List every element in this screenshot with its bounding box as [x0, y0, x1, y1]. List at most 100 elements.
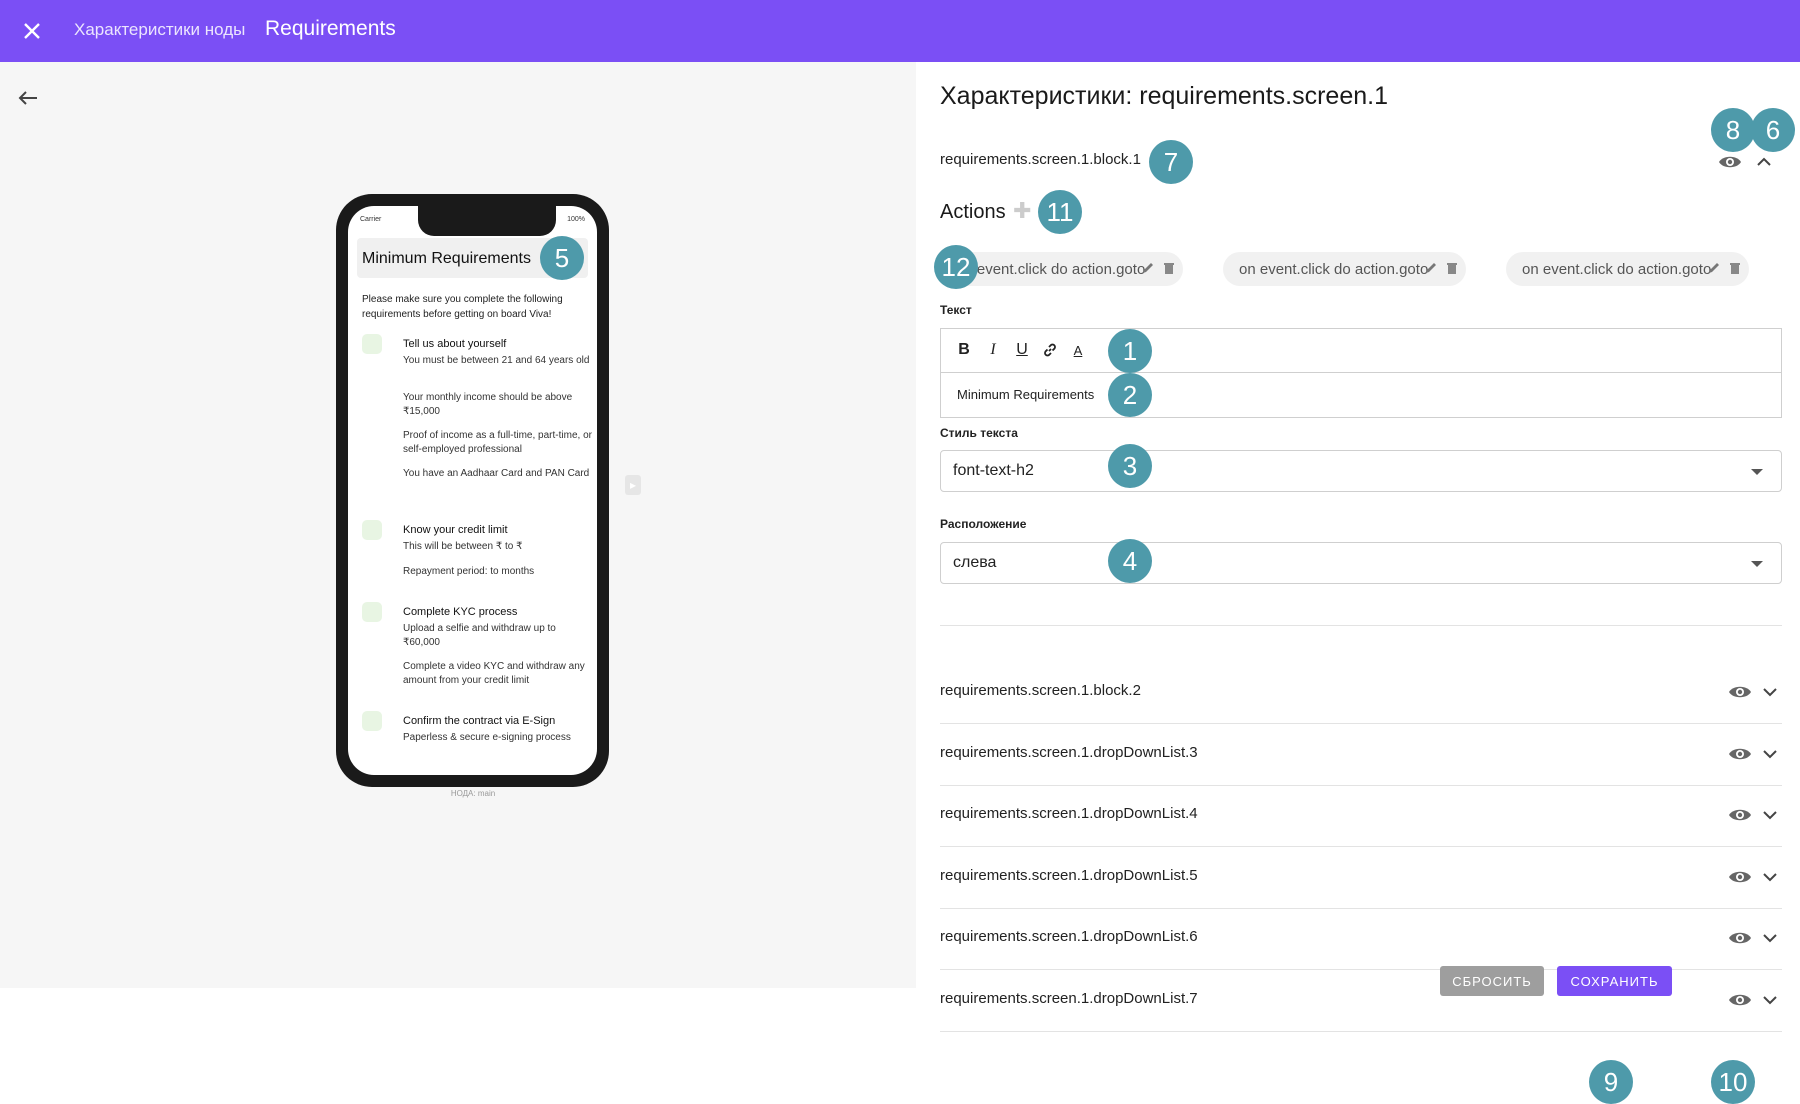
- eye-icon[interactable]: [1728, 744, 1752, 764]
- position-select[interactable]: слева: [940, 542, 1782, 584]
- callout-badge: 11: [1038, 190, 1082, 234]
- action-chip-label: on event.click do action.goto: [1239, 260, 1429, 278]
- action-chip-label: on event.click do action.goto: [1522, 260, 1712, 278]
- section-line: Complete a video KYC and withdraw any am…: [403, 661, 585, 686]
- action-chip[interactable]: on event.click do action.goto: [1506, 252, 1750, 286]
- position-label: Расположение: [940, 517, 1027, 531]
- block-row[interactable]: requirements.screen.1.dropDownList.5: [940, 847, 1782, 909]
- back-arrow-icon[interactable]: [14, 84, 42, 112]
- block-row[interactable]: requirements.screen.1.block.2: [940, 662, 1782, 724]
- editor-content[interactable]: Minimum Requirements: [957, 387, 1094, 402]
- eye-icon[interactable]: [1728, 990, 1752, 1010]
- action-chip[interactable]: on event.click do action.goto: [1223, 252, 1467, 286]
- callout-badge: 4: [1108, 539, 1152, 583]
- section-check: [362, 520, 382, 540]
- link-icon[interactable]: [1041, 341, 1059, 359]
- add-action-icon[interactable]: ✚: [1013, 200, 1031, 222]
- section-line: Repayment period: to months: [403, 566, 535, 577]
- section-line: Proof of income as a full-time, part-tim…: [403, 430, 592, 455]
- section-check: [362, 334, 382, 354]
- section-line: You must be between 21 and 64 years old: [403, 355, 590, 366]
- close-icon[interactable]: [16, 15, 48, 47]
- node-caption: НОДА: main: [450, 789, 496, 798]
- callout-badge: 3: [1108, 444, 1152, 488]
- eye-icon[interactable]: [1728, 867, 1752, 887]
- italic-button[interactable]: I: [984, 341, 1002, 359]
- text-color-button[interactable]: A: [1069, 341, 1087, 359]
- preview-intro: Please make sure you complete the follow…: [362, 294, 563, 320]
- reset-button[interactable]: СБРОСИТЬ: [1440, 966, 1544, 996]
- chevron-up-icon[interactable]: [1752, 150, 1776, 174]
- block-row-label: requirements.screen.1.block.2: [940, 682, 1141, 699]
- pencil-icon[interactable]: [1141, 261, 1155, 275]
- trash-icon[interactable]: [1163, 261, 1175, 275]
- preview-header: Minimum Requirements: [362, 250, 531, 267]
- callout-badge: 5: [540, 236, 584, 280]
- block-1-label[interactable]: requirements.screen.1.block.1: [940, 151, 1141, 168]
- phone-notch: [418, 206, 556, 236]
- underline-button[interactable]: U: [1013, 341, 1031, 359]
- position-value: слева: [953, 554, 997, 571]
- section-line: Your monthly income should be above ₹15,…: [403, 392, 573, 417]
- section-line: Upload a selfie and withdraw up to ₹60,0…: [403, 623, 556, 648]
- block-row[interactable]: requirements.screen.1.dropDownList.6: [940, 908, 1782, 970]
- editor-toolbar: B I U A: [941, 329, 1781, 373]
- topbar-subtitle: Характеристики ноды: [74, 20, 246, 39]
- chevron-down-icon[interactable]: [1758, 926, 1782, 950]
- chevron-down-icon[interactable]: [1758, 803, 1782, 827]
- collapse-handle[interactable]: ▸: [625, 475, 641, 495]
- phone-preview: Carrier 100% Minimum Requirements Please…: [336, 194, 609, 787]
- section-check: [362, 602, 382, 622]
- phone-screen: Carrier 100% Minimum Requirements Please…: [348, 206, 597, 775]
- block-row-label: requirements.screen.1.dropDownList.4: [940, 805, 1198, 822]
- block-row-label: requirements.screen.1.dropDownList.5: [940, 867, 1198, 884]
- section-line: Paperless & secure e-signing process: [403, 732, 571, 743]
- block-row-label: requirements.screen.1.dropDownList.6: [940, 928, 1198, 945]
- dropdown-caret-icon: [1751, 561, 1763, 567]
- save-button[interactable]: СОХРАНИТЬ: [1557, 966, 1672, 996]
- chevron-down-icon[interactable]: [1758, 742, 1782, 766]
- actions-title: Actions: [940, 201, 1006, 223]
- eye-icon[interactable]: [1728, 805, 1752, 825]
- callout-badge: 2: [1108, 373, 1152, 417]
- bold-button[interactable]: B: [955, 341, 973, 359]
- section-check: [362, 711, 382, 731]
- eye-icon[interactable]: [1718, 152, 1742, 172]
- top-bar: Характеристики ноды Requirements: [0, 0, 1800, 62]
- callout-badge: 6: [1751, 108, 1795, 152]
- status-carrier: Carrier: [360, 216, 382, 223]
- trash-icon[interactable]: [1446, 261, 1458, 275]
- section-title: Tell us about yourself: [403, 338, 507, 350]
- text-style-value: font-text-h2: [953, 462, 1034, 479]
- rich-text-editor[interactable]: B I U A Minimum Requirements: [940, 328, 1782, 418]
- pencil-icon[interactable]: [1707, 261, 1721, 275]
- trash-icon[interactable]: [1729, 261, 1741, 275]
- callout-badge: 7: [1149, 140, 1193, 184]
- chevron-down-icon[interactable]: [1758, 680, 1782, 704]
- callout-badge: 8: [1711, 108, 1755, 152]
- callout-badge: 12: [934, 245, 978, 289]
- pencil-icon[interactable]: [1424, 261, 1438, 275]
- callout-badge: 10: [1711, 1060, 1755, 1104]
- block-row-label: requirements.screen.1.dropDownList.3: [940, 744, 1198, 761]
- chevron-down-icon[interactable]: [1758, 865, 1782, 889]
- text-field-label: Текст: [940, 303, 972, 317]
- section-line: This will be between ₹ to ₹: [403, 541, 523, 552]
- eye-icon[interactable]: [1728, 928, 1752, 948]
- block-row[interactable]: requirements.screen.1.dropDownList.4: [940, 785, 1782, 847]
- panel-heading: Характеристики: requirements.screen.1: [940, 82, 1388, 110]
- status-battery: 100%: [567, 216, 585, 223]
- block-row[interactable]: requirements.screen.1.dropDownList.3: [940, 724, 1782, 786]
- section-title: Complete KYC process: [403, 606, 518, 618]
- text-style-select[interactable]: font-text-h2: [940, 450, 1782, 492]
- eye-icon[interactable]: [1728, 682, 1752, 702]
- callout-badge: 9: [1589, 1060, 1633, 1104]
- section-title: Know your credit limit: [403, 524, 508, 536]
- block-row-label: requirements.screen.1.dropDownList.7: [940, 990, 1198, 1007]
- text-style-label: Стиль текста: [940, 426, 1018, 440]
- action-chip-label: on event.click do action.goto: [956, 260, 1146, 278]
- chevron-down-icon[interactable]: [1758, 988, 1782, 1012]
- preview-pane: ▸ Carrier 100% Minimum Requirements Plea…: [0, 62, 916, 988]
- dropdown-caret-icon: [1751, 469, 1763, 475]
- section-line: You have an Aadhaar Card and PAN Card: [403, 468, 590, 479]
